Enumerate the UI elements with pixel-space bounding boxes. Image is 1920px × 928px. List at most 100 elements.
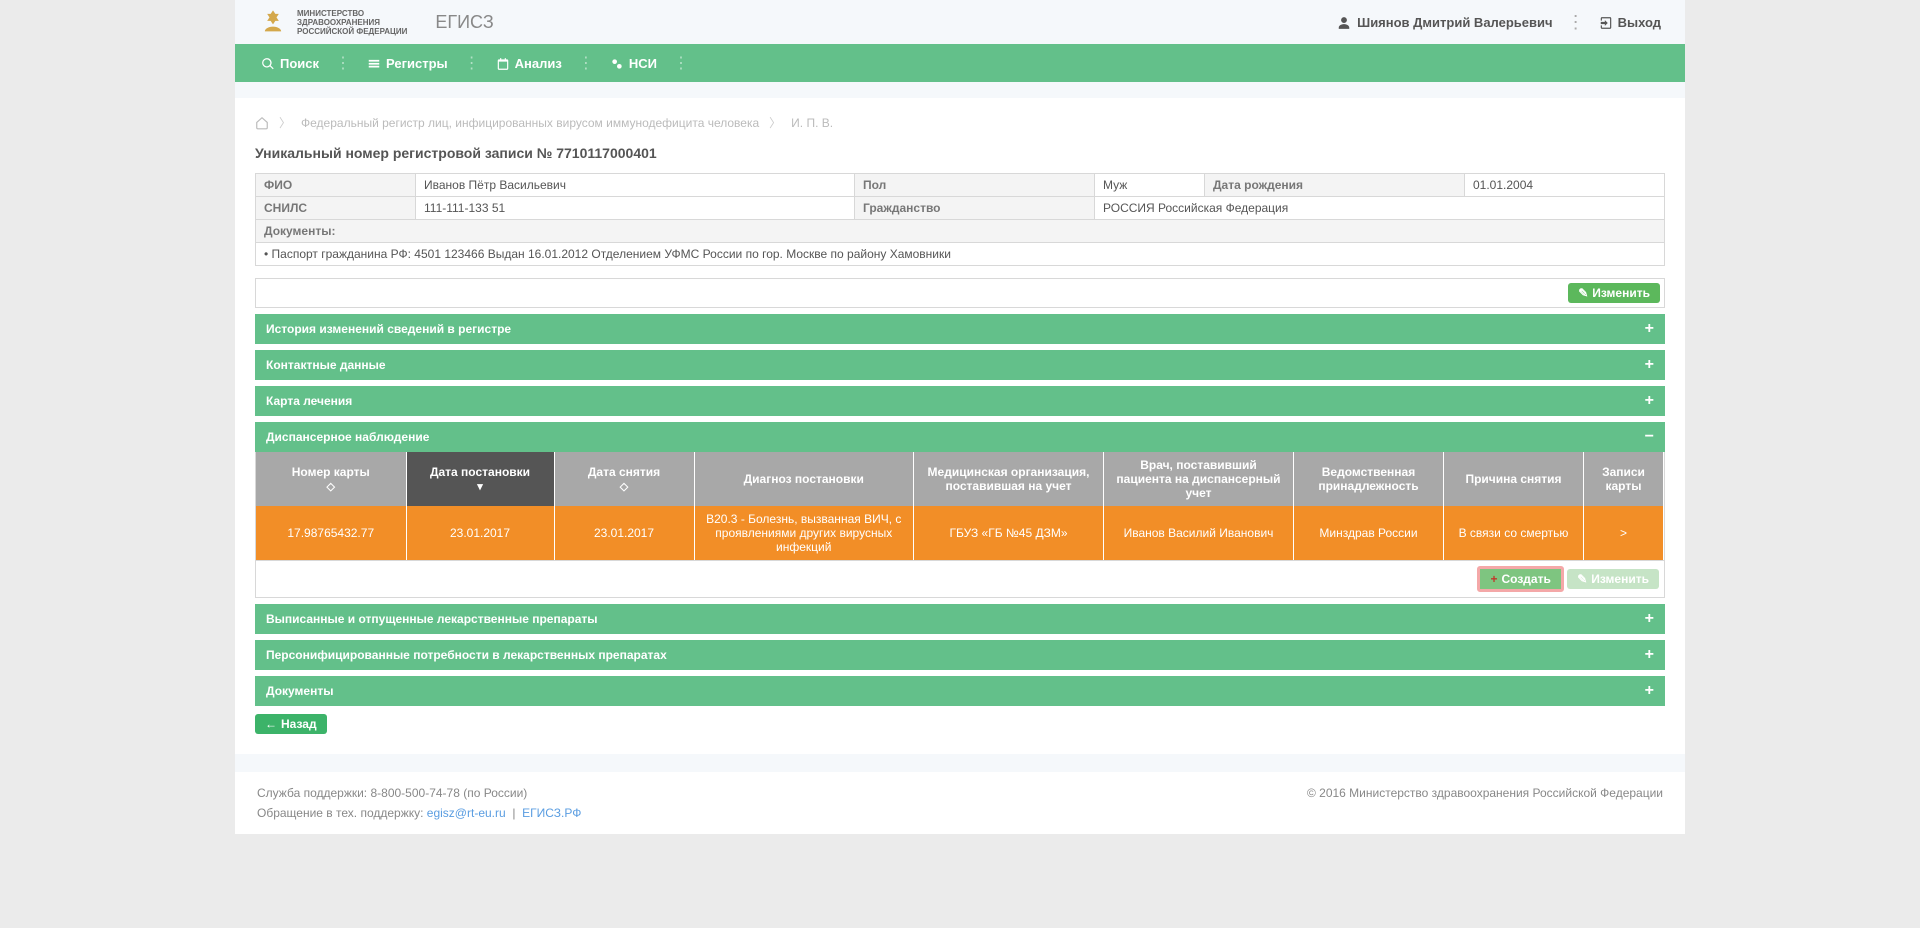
cell-card-no: 17.98765432.77 — [256, 506, 406, 560]
col-med-org[interactable]: Медицинская организация, поставившая на … — [914, 452, 1104, 506]
breadcrumb-level2: И. П. В. — [791, 116, 833, 130]
dob-value: 01.01.2004 — [1465, 174, 1665, 197]
edit-button[interactable]: ✎ Изменить — [1568, 283, 1660, 303]
nav-analysis[interactable]: Анализ — [490, 55, 568, 71]
home-icon[interactable] — [255, 115, 269, 130]
col-card-no[interactable]: Номер карты◇ — [256, 452, 406, 506]
dispensary-panel: Номер карты◇ Дата постановки▾ Дата сняти… — [255, 452, 1665, 598]
col-card-records[interactable]: Записи карты — [1584, 452, 1664, 506]
accordion-prescriptions[interactable]: Выписанные и отпущенные лекарственные пр… — [255, 604, 1665, 634]
plus-icon: + — [1645, 392, 1654, 410]
nav-separator: ⋮ — [673, 53, 689, 73]
table-header-row: Номер карты◇ Дата постановки▾ Дата сняти… — [256, 452, 1664, 506]
nav-search[interactable]: Поиск — [255, 55, 325, 71]
sort-icon: ◇ — [563, 482, 686, 493]
cell-date-removed: 23.01.2017 — [554, 506, 694, 560]
gender-label: Пол — [855, 174, 1095, 197]
page-title: Уникальный номер регистровой записи № 77… — [255, 145, 1665, 161]
accordion-needs[interactable]: Персонифицированные потребности в лекарс… — [255, 640, 1665, 670]
minus-icon: − — [1645, 428, 1654, 446]
pencil-icon: ✎ — [1578, 286, 1588, 300]
gender-value: Муж — [1095, 174, 1205, 197]
snils-value: 111-111-133 51 — [416, 197, 855, 220]
egisz-site-link[interactable]: ЕГИСЗ.РФ — [522, 806, 581, 820]
col-doctor[interactable]: Врач, поставивший пациента на диспансерн… — [1104, 452, 1294, 506]
col-reason[interactable]: Причина снятия — [1444, 452, 1584, 506]
dispensary-table: Номер карты◇ Дата постановки▾ Дата сняти… — [256, 452, 1664, 560]
support-email-link[interactable]: egisz@rt-eu.ru — [427, 806, 506, 820]
content-pane: 〉 Федеральный регистр лиц, инфицированны… — [235, 98, 1685, 754]
col-department[interactable]: Ведомственная принадлежность — [1294, 452, 1444, 506]
documents-value: • Паспорт гражданина РФ: 4501 123466 Выд… — [256, 243, 1665, 266]
gears-icon — [610, 55, 624, 71]
pencil-icon: ✎ — [1577, 572, 1587, 586]
documents-label: Документы: — [256, 220, 1665, 243]
search-icon — [261, 55, 275, 71]
nav-separator: ⋮ — [578, 53, 594, 73]
arrow-left-icon: ← — [265, 717, 277, 731]
plus-icon: + — [1645, 320, 1654, 338]
app-name: ЕГИСЗ — [435, 12, 493, 33]
cell-department: Минздрав России — [1294, 506, 1444, 560]
user-name: Шиянов Дмитрий Валерьевич — [1357, 15, 1552, 30]
nav-separator: ⋮ — [335, 53, 351, 73]
table-row[interactable]: 17.98765432.77 23.01.2017 23.01.2017 B20… — [256, 506, 1664, 560]
snils-label: СНИЛС — [256, 197, 416, 220]
patient-info-table: ФИО Иванов Пётр Васильевич Пол Муж Дата … — [255, 173, 1665, 266]
fio-value: Иванов Пётр Васильевич — [416, 174, 855, 197]
logout-icon — [1599, 14, 1613, 30]
calendar-icon — [496, 55, 510, 71]
copyright: © 2016 Министерство здравоохранения Росс… — [1307, 786, 1663, 820]
breadcrumb: 〉 Федеральный регистр лиц, инфицированны… — [255, 114, 1665, 131]
cell-date-set: 23.01.2017 — [406, 506, 554, 560]
ministry-text: МИНИСТЕРСТВО ЗДРАВООХРАНЕНИЯ РОССИЙСКОЙ … — [297, 9, 407, 36]
plus-icon: + — [1645, 610, 1654, 628]
plus-icon: + — [1645, 646, 1654, 664]
accordion-treatment[interactable]: Карта лечения + — [255, 386, 1665, 416]
accordion-contacts[interactable]: Контактные данные + — [255, 350, 1665, 380]
create-button[interactable]: + Создать — [1477, 566, 1563, 592]
accordion-dispensary[interactable]: Диспансерное наблюдение − — [255, 422, 1665, 452]
user-menu[interactable]: Шиянов Дмитрий Валерьевич — [1337, 14, 1552, 30]
edit-row: ✎ Изменить — [255, 278, 1665, 308]
appeal-line: Обращение в тех. поддержку: egisz@rt-eu.… — [257, 806, 581, 820]
nav-separator: ⋮ — [464, 53, 480, 73]
nav-registers[interactable]: Регистры — [361, 55, 454, 71]
edit-button-disabled: ✎ Изменить — [1567, 569, 1659, 589]
user-menu-more-icon[interactable]: ⋮ — [1567, 12, 1585, 33]
breadcrumb-level1[interactable]: Федеральный регистр лиц, инфицированных … — [301, 116, 759, 130]
cell-med-org: ГБУЗ «ГБ №45 ДЗМ» — [914, 506, 1104, 560]
chevron-right-icon: 〉 — [279, 114, 291, 131]
fio-label: ФИО — [256, 174, 416, 197]
footer: Служба поддержки: 8-800-500-74-78 (по Ро… — [235, 772, 1685, 834]
nav-nsi[interactable]: НСИ — [604, 55, 663, 71]
back-button[interactable]: ← Назад — [255, 714, 327, 734]
sort-icon: ◇ — [264, 482, 398, 493]
dispensary-actions: + Создать ✎ Изменить — [256, 560, 1664, 597]
registers-icon — [367, 55, 381, 71]
col-date-removed[interactable]: Дата снятия◇ — [554, 452, 694, 506]
logout-button[interactable]: Выход — [1599, 14, 1661, 30]
sort-desc-icon: ▾ — [415, 482, 546, 493]
cell-diagnosis: B20.3 - Болезнь, вызванная ВИЧ, с проявл… — [694, 506, 914, 560]
col-diagnosis[interactable]: Диагноз постановки — [694, 452, 914, 506]
emblem-icon — [259, 8, 287, 36]
user-icon — [1337, 14, 1351, 30]
cell-reason: В связи со смертью — [1444, 506, 1584, 560]
logo-block: МИНИСТЕРСТВО ЗДРАВООХРАНЕНИЯ РОССИЙСКОЙ … — [259, 8, 494, 36]
plus-icon: + — [1490, 572, 1497, 586]
dob-label: Дата рождения — [1205, 174, 1465, 197]
citizenship-label: Гражданство — [855, 197, 1095, 220]
chevron-right-icon: 〉 — [769, 114, 781, 131]
cell-doctor: Иванов Василий Иванович — [1104, 506, 1294, 560]
cell-card-records[interactable]: > — [1584, 506, 1664, 560]
support-line: Служба поддержки: 8-800-500-74-78 (по Ро… — [257, 786, 581, 800]
header: МИНИСТЕРСТВО ЗДРАВООХРАНЕНИЯ РОССИЙСКОЙ … — [235, 0, 1685, 44]
accordion-history[interactable]: История изменений сведений в регистре + — [255, 314, 1665, 344]
accordion-documents[interactable]: Документы + — [255, 676, 1665, 706]
plus-icon: + — [1645, 682, 1654, 700]
main-nav: Поиск ⋮ Регистры ⋮ Анализ ⋮ НСИ ⋮ — [235, 44, 1685, 82]
col-date-set[interactable]: Дата постановки▾ — [406, 452, 554, 506]
plus-icon: + — [1645, 356, 1654, 374]
citizenship-value: РОССИЯ Российская Федерация — [1095, 197, 1665, 220]
